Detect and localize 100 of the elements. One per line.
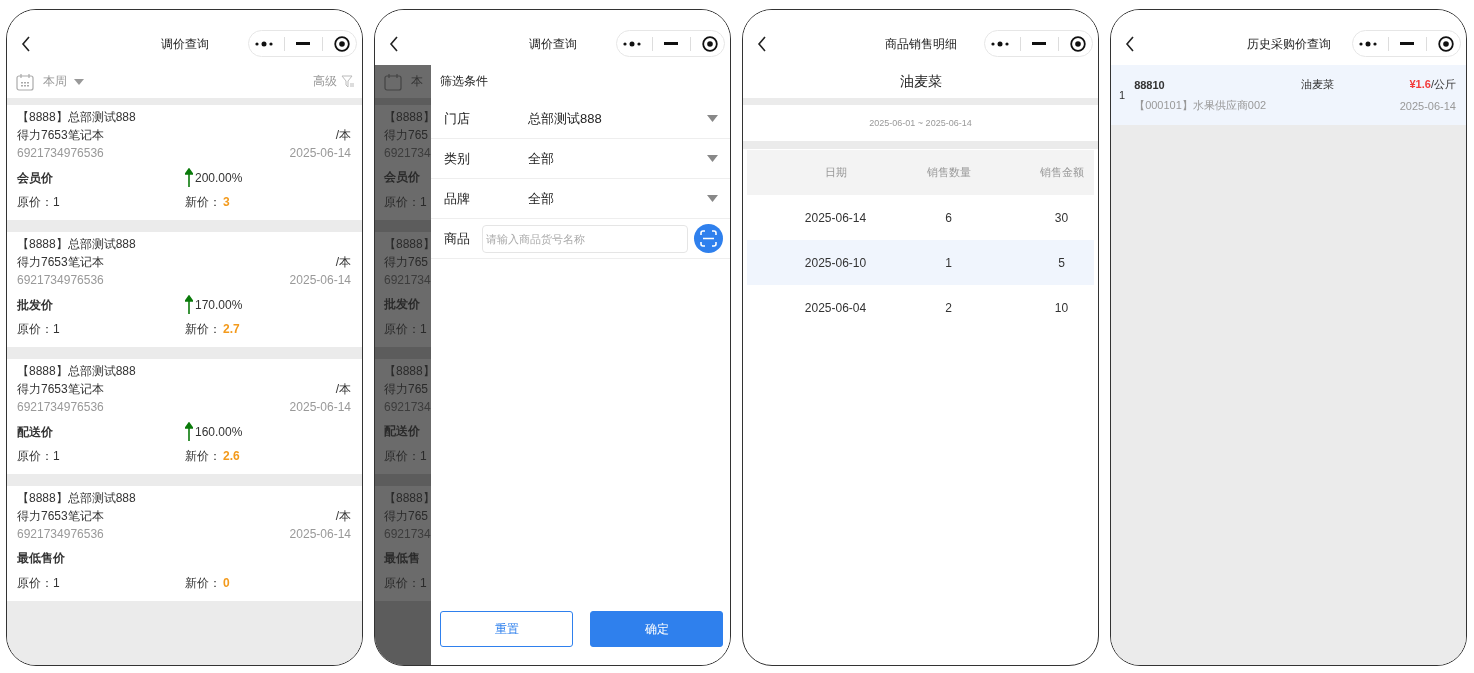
product-name: 得力7653笔记本 (17, 127, 104, 144)
page-title: 历史采购价查询 (1246, 36, 1331, 53)
column-header: 日期 (824, 165, 847, 180)
back-icon[interactable] (757, 35, 767, 52)
store-name: 【8888】总部测试888 (17, 236, 136, 253)
close-icon[interactable] (1070, 35, 1087, 52)
original-price: 原价：1 (384, 448, 427, 465)
table-cell: 5 (1058, 255, 1065, 270)
purchase-record[interactable]: 1 88810 油麦菜 ¥1.6/公斤 【000101】水果供应商002 2025-06-14 (1111, 65, 1466, 125)
table-cell: 2025-06-04 (804, 300, 867, 315)
scan-icon (700, 230, 717, 247)
date-text: 2025-06-14 (289, 399, 351, 416)
change-percent: 160.00% (195, 424, 243, 441)
original-price: 原价：1 (17, 448, 61, 465)
up-arrow-icon (185, 168, 193, 188)
unit-text: /本 (335, 508, 351, 525)
scan-button[interactable] (694, 224, 723, 253)
new-price-value: 3 (223, 194, 230, 211)
page-title: 调价查询 (160, 36, 209, 53)
original-price: 原价：1 (17, 194, 61, 211)
supplier-name: 【000101】水果供应商002 (1134, 98, 1267, 113)
back-icon[interactable] (389, 35, 399, 52)
unit-text: /本 (335, 381, 351, 398)
close-icon[interactable] (334, 35, 351, 52)
table-cell: 2 (945, 300, 952, 315)
barcode-text: 6921734976536 (17, 399, 104, 416)
minimize-icon[interactable] (1032, 42, 1047, 45)
product-name: 得力7653笔记本 (17, 508, 104, 525)
reset-button[interactable]: 重置 (440, 611, 573, 647)
caret-icon (707, 115, 718, 122)
more-icon[interactable] (622, 40, 641, 47)
barcode-text: 6921734976536 (17, 145, 104, 162)
store-name: 【8888】总部测试888 (17, 490, 136, 507)
new-price-label: 新价： (185, 194, 221, 211)
more-icon[interactable] (1358, 40, 1377, 47)
caret-icon (707, 155, 718, 162)
price-type-label: 配送价 (384, 423, 420, 440)
new-price-label: 新价： (185, 321, 221, 338)
price-card[interactable]: 【8888】总部测试888 得力7653笔记本 /本 6921734976536 2025-06-14 配送价 160.00% 原价：1 新价： 2.6 (7, 359, 362, 474)
up-arrow-icon (185, 422, 193, 442)
page-title: 调价查询 (528, 36, 577, 53)
minimize-icon[interactable] (296, 42, 311, 45)
product-code: 88810 (1134, 78, 1165, 91)
close-icon[interactable] (702, 35, 719, 52)
price-card[interactable]: 【8888】总部测试888 得力7653笔记本 /本 6921734976536 2025-06-14 最低售价 原价：1 新价： 0 (7, 486, 362, 601)
product-search-input[interactable]: 请输入商品货号名称 (482, 224, 688, 253)
page-title: 商品销售明细 (884, 36, 957, 53)
close-icon[interactable] (1438, 35, 1455, 52)
price-type-label: 会员价 (17, 170, 54, 187)
date-range: 2025-06-01 ~ 2025-06-14 (869, 118, 972, 128)
date-text: 2025-06-14 (289, 526, 351, 543)
back-icon[interactable] (1125, 35, 1135, 52)
minimize-icon[interactable] (664, 42, 679, 45)
product-name: 得力765 (384, 381, 429, 398)
table-row[interactable]: 2025-06-10 1 5 (747, 240, 1094, 285)
table-cell: 1 (945, 255, 952, 270)
store-name: 【8888】 (384, 490, 431, 507)
price-card[interactable]: 【8888】总部测试888 得力7653笔记本 /本 6921734976536 2025-06-14 批发价 170.00% 原价：1 新价： 2.7 (7, 232, 362, 347)
product-name: 得力7653笔记本 (17, 254, 104, 271)
table-cell: 2025-06-10 (804, 255, 867, 270)
field-label: 商品 (444, 229, 471, 248)
unit-text: /公斤 (1430, 78, 1456, 90)
price-type-label: 配送价 (17, 424, 54, 441)
minimize-icon[interactable] (1400, 42, 1415, 45)
price-card[interactable]: 【8888】总部测试888 得力7653笔记本 /本 6921734976536 2025-06-14 会员价 200.00% 原价：1 新价： 3 (7, 105, 362, 220)
period-text: 本 (411, 73, 423, 90)
select-field[interactable]: 门店 总部测试888 (431, 99, 730, 139)
table-cell: 6 (945, 210, 952, 225)
barcode-text: 6921734976536 (17, 272, 104, 289)
price-type-label: 批发价 (17, 297, 54, 314)
original-price: 原价：1 (384, 575, 427, 592)
calendar-icon (384, 72, 402, 91)
caret-icon (707, 195, 718, 202)
more-icon[interactable] (254, 40, 273, 47)
price-type-label: 最低售价 (17, 550, 66, 567)
up-arrow-icon (185, 295, 193, 315)
price-type-label: 批发价 (384, 296, 420, 313)
change-percent: 200.00% (195, 170, 243, 187)
table-cell: 30 (1054, 210, 1069, 225)
more-icon[interactable] (990, 40, 1009, 47)
confirm-button[interactable]: 确定 (590, 611, 723, 647)
new-price-label: 新价： (185, 575, 221, 592)
new-price-value: 0 (223, 575, 230, 592)
change-percent: 170.00% (195, 297, 243, 314)
unit-text: /本 (335, 254, 351, 271)
new-price-label: 新价： (185, 448, 221, 465)
product-title: 油麦菜 (899, 72, 942, 91)
select-field[interactable]: 品牌 全部 (431, 179, 730, 219)
drawer-heading: 筛选条件 (440, 74, 488, 88)
new-price-value: 2.7 (223, 321, 240, 338)
original-price: 原价：1 (17, 321, 61, 338)
store-name: 【8888】 (384, 363, 431, 380)
new-price-value: 2.6 (223, 448, 240, 465)
date-text: 2025-06-14 (289, 145, 351, 162)
product-name: 得力765 (384, 508, 429, 525)
caret-icon[interactable] (74, 78, 84, 85)
select-field[interactable]: 类别 全部 (431, 139, 730, 179)
barcode-text: 6921734976536 (17, 526, 104, 543)
back-icon[interactable] (21, 35, 31, 52)
date-text: 2025-06-14 (289, 272, 351, 289)
